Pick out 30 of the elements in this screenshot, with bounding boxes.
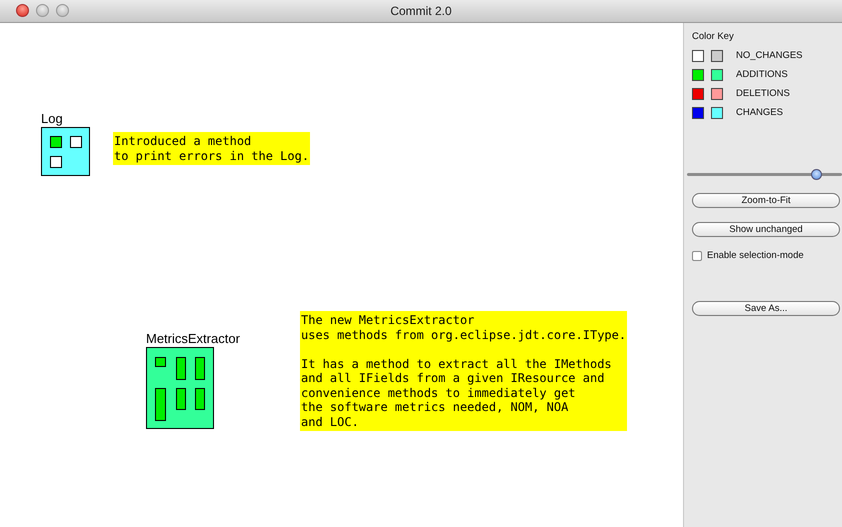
member-box[interactable] [176, 388, 186, 410]
note-text: It has a method to extract all the IMethods and all IFields from a given IResource and convenience methods to immediately get the software metrics needed, NOM, NOA and LOC. [301, 356, 613, 429]
legend-label: ADDITIONS [736, 69, 788, 80]
close-icon[interactable] [16, 4, 29, 17]
member-box[interactable] [50, 156, 62, 168]
member-box[interactable] [195, 357, 205, 380]
class-box[interactable] [41, 127, 90, 176]
legend-label: CHANGES [736, 107, 783, 118]
save-as-button[interactable]: Save As... [692, 301, 840, 316]
member-box[interactable] [155, 388, 166, 421]
note-text: Introduced a method to print errors in the Log. [114, 134, 310, 163]
legend-title: Color Key [692, 31, 735, 42]
class-label: MetricsExtractor [146, 331, 240, 347]
member-box[interactable] [50, 136, 62, 148]
class-box[interactable] [146, 347, 214, 429]
note-text: The new MetricsExtractor uses methods from org.eclipse.jdt.core.IType. [301, 313, 626, 342]
class-label: Log [41, 111, 63, 127]
member-box[interactable] [195, 388, 205, 410]
sidebar-button[interactable]: Zoom-to-Fit [692, 193, 840, 208]
member-box[interactable] [176, 357, 186, 380]
member-box[interactable] [155, 357, 166, 367]
legend-label: DELETIONS [736, 88, 790, 99]
checkbox-label: Enable selection-mode [707, 250, 804, 261]
member-box[interactable] [70, 136, 82, 148]
window-title: Commit 2.0 [390, 4, 452, 18]
slider-thumb[interactable] [811, 169, 822, 180]
sidebar-button[interactable]: Show unchanged [692, 222, 840, 237]
legend-label: NO_CHANGES [736, 50, 803, 61]
checkbox[interactable] [692, 250, 702, 260]
zoom-slider[interactable] [687, 167, 842, 181]
